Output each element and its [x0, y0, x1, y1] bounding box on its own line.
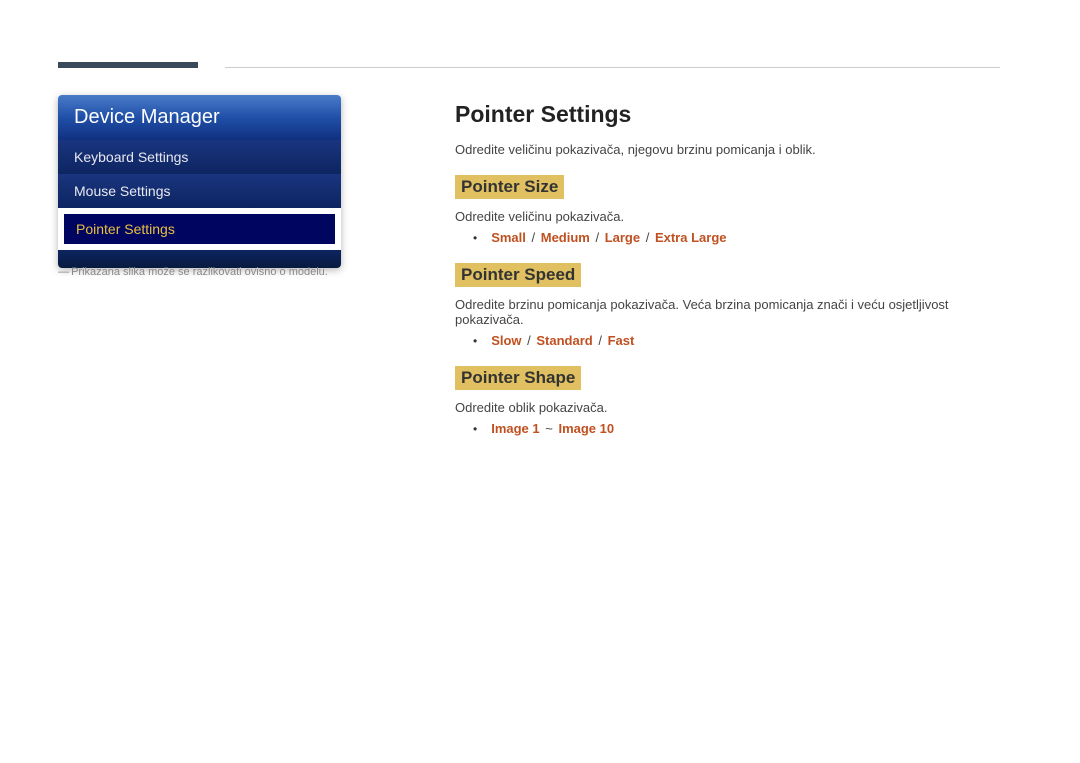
options-row: • Slow / Standard / Fast [473, 333, 1000, 348]
option-separator: / [642, 230, 653, 245]
section-description: Odredite brzinu pomicanja pokazivača. Ve… [455, 297, 1000, 327]
option-value: Small [491, 230, 526, 245]
sidebar-item-mouse-settings[interactable]: Mouse Settings [58, 174, 341, 208]
section-heading: Pointer Shape [455, 366, 581, 390]
option-separator: / [595, 333, 606, 348]
section-heading: Pointer Size [455, 175, 564, 199]
section-pointer-size: Pointer Size Odredite veličinu pokazivač… [455, 175, 1000, 245]
content-area: Pointer Settings Odredite veličinu pokaz… [455, 101, 1000, 454]
options-list: Image 1 ~ Image 10 [491, 421, 614, 436]
option-separator: / [592, 230, 603, 245]
device-manager-panel: Device Manager Keyboard Settings Mouse S… [58, 95, 341, 268]
option-value: Image 1 [491, 421, 539, 436]
options-row: • Image 1 ~ Image 10 [473, 421, 1000, 436]
sidebar-item-label: Keyboard Settings [74, 149, 188, 165]
option-value: Extra Large [655, 230, 727, 245]
page-title: Pointer Settings [455, 101, 1000, 128]
disclaimer-note: ― Prikazana slika može se razlikovati ov… [58, 266, 328, 278]
section-description: Odredite oblik pokazivača. [455, 400, 1000, 415]
section-pointer-shape: Pointer Shape Odredite oblik pokazivača.… [455, 366, 1000, 436]
panel-title: Device Manager [58, 95, 341, 140]
option-separator: ~ [542, 421, 557, 436]
option-value: Fast [608, 333, 635, 348]
option-value: Medium [541, 230, 590, 245]
option-value: Slow [491, 333, 521, 348]
option-value: Standard [536, 333, 592, 348]
note-text-content: Prikazana slika može se razlikovati ovis… [71, 266, 328, 278]
option-separator: / [524, 333, 535, 348]
section-description: Odredite veličinu pokazivača. [455, 209, 1000, 224]
sidebar-item-pointer-settings[interactable]: Pointer Settings [62, 212, 337, 246]
section-heading: Pointer Speed [455, 263, 581, 287]
intro-text: Odredite veličinu pokazivača, njegovu br… [455, 142, 1000, 157]
options-list: Slow / Standard / Fast [491, 333, 634, 348]
note-dash-icon: ― [58, 266, 68, 278]
bullet-icon: • [473, 334, 477, 348]
option-value: Image 10 [558, 421, 614, 436]
options-list: Small / Medium / Large / Extra Large [491, 230, 726, 245]
bullet-icon: • [473, 231, 477, 245]
section-pointer-speed: Pointer Speed Odredite brzinu pomicanja … [455, 263, 1000, 348]
option-separator: / [528, 230, 539, 245]
sidebar-item-keyboard-settings[interactable]: Keyboard Settings [58, 140, 341, 174]
option-value: Large [605, 230, 640, 245]
bullet-icon: • [473, 422, 477, 436]
header-divider-line [225, 67, 1000, 68]
header-accent-bar [58, 62, 198, 68]
sidebar-item-label: Mouse Settings [74, 183, 171, 199]
options-row: • Small / Medium / Large / Extra Large [473, 230, 1000, 245]
sidebar-item-label: Pointer Settings [76, 221, 175, 237]
